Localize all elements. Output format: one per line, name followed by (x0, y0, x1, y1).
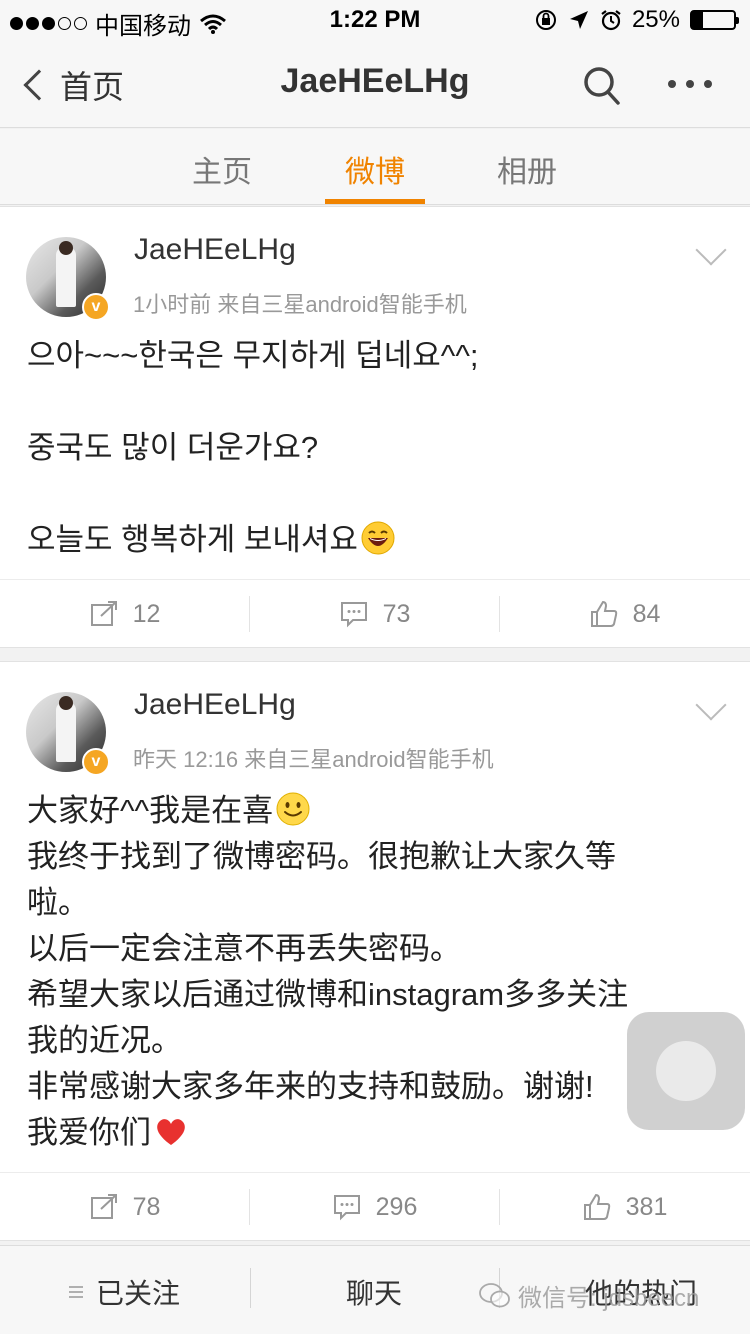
like-button[interactable]: 381 (500, 1173, 749, 1241)
post-line-text: 大家好^^我是在喜 (27, 793, 274, 828)
post-card[interactable]: v JaeHEeLHg 昨天 12:16 来自三星android智能手机 大家好… (0, 661, 750, 1241)
thumbs-up-icon (590, 600, 617, 627)
post-meta: 1小时前 来自三星android智能手机 (133, 292, 467, 317)
heart-icon (157, 1119, 185, 1145)
avatar-head (59, 696, 73, 710)
like-button[interactable]: 84 (500, 580, 749, 648)
like-count: 381 (625, 1192, 668, 1221)
post-body: 으아~~~한국은 무지하게 덥네요^^; 중국도 많이 더운가요? 오늘도 행복… (27, 333, 707, 563)
post-line (27, 471, 707, 517)
post-line-text: 我爱你们 (27, 1115, 151, 1150)
status-right: 25% (534, 6, 739, 34)
thumbs-up-icon (583, 1193, 610, 1220)
repost-icon (90, 1194, 117, 1219)
follow-status-button[interactable]: 已关注 (68, 1272, 180, 1312)
like-count: 84 (632, 599, 661, 628)
post-line: 大家好^^我是在喜 (27, 788, 707, 834)
more-options-button[interactable] (668, 80, 712, 88)
post-line: 으아~~~한국은 무지하게 덥네요^^; (27, 338, 479, 373)
post-line: 오늘도 행복하게 보내셔요 (27, 517, 707, 563)
post-line: 希望大家以后通过微博和instagram多多关注 (27, 977, 629, 1012)
comment-icon (333, 1195, 360, 1221)
battery-icon (690, 10, 739, 30)
active-tab-indicator (325, 199, 425, 204)
repost-icon (90, 601, 117, 626)
post-username[interactable]: JaeHEeLHg (134, 233, 296, 267)
comment-icon (340, 602, 367, 628)
post-line: 我的近况。 (27, 1023, 182, 1058)
battery-level-fill (692, 12, 703, 28)
comment-count: 296 (375, 1192, 418, 1221)
post-line (27, 379, 707, 425)
chevron-down-icon[interactable] (695, 234, 727, 266)
comment-button[interactable]: 73 (250, 580, 499, 648)
avatar-figure (56, 702, 76, 762)
post-actions: 78 296 381 (0, 1172, 750, 1240)
post-line: 非常感谢大家多年来的支持和鼓励。谢谢! (27, 1069, 594, 1104)
chat-button[interactable]: 聊天 (346, 1272, 402, 1312)
comment-button[interactable]: 296 (250, 1173, 499, 1241)
post-line-text: 오늘도 행복하게 보내셔요 (27, 522, 358, 557)
more-dot-icon (686, 80, 694, 88)
verified-badge-icon: v (82, 748, 110, 776)
smiling-emoji-icon (276, 792, 310, 826)
menu-lines-icon (69, 1286, 83, 1298)
tab-home[interactable]: 主页 (167, 147, 277, 191)
post-line: 我爱你们 (27, 1110, 707, 1156)
repost-count: 12 (132, 599, 161, 628)
profile-tabs: 主页 微博 相册 (0, 129, 750, 205)
verified-badge-icon: v (82, 293, 110, 321)
battery-percent: 25% (631, 6, 680, 33)
post-line: 我终于找到了微博密码。很抱歉让大家久等 (27, 839, 616, 874)
chevron-down-icon[interactable] (695, 689, 727, 721)
search-icon[interactable] (583, 66, 621, 106)
assistive-touch-inner (656, 1041, 716, 1101)
repost-button[interactable]: 78 (0, 1173, 249, 1241)
alarm-icon (601, 10, 621, 31)
post-line: 以后一定会注意不再丢失密码。 (27, 931, 461, 966)
laughing-emoji-icon (361, 521, 395, 555)
comment-count: 73 (382, 599, 411, 628)
post-actions: 12 73 84 (0, 579, 750, 647)
more-dot-icon (704, 80, 712, 88)
bottom-action-bar: 已关注 聊天 他的热门 微信号: jdsbeecn (0, 1245, 750, 1334)
repost-count: 78 (132, 1192, 161, 1221)
avatar-head (59, 241, 73, 255)
bottom-divider (250, 1268, 251, 1308)
chat-label: 聊天 (346, 1278, 403, 1309)
status-bar: 中国移动 1:22 PM 25% (0, 0, 750, 40)
post-line: 중국도 많이 더운가요? (27, 430, 319, 465)
navigation-bar: 首页 JaeHEeLHg (0, 40, 750, 128)
post-body: 大家好^^我是在喜 我终于找到了微博密码。很抱歉让大家久等 啦。 以后一定会注意… (27, 788, 707, 1156)
avatar[interactable]: v (26, 692, 110, 776)
avatar-figure (56, 247, 76, 307)
follow-label: 已关注 (96, 1278, 181, 1309)
tab-weibo[interactable]: 微博 (320, 147, 430, 191)
more-dot-icon (668, 80, 676, 88)
page-title: JaeHEeLHg (280, 62, 470, 100)
tab-album[interactable]: 相册 (472, 147, 582, 191)
assistive-touch-button[interactable] (627, 1012, 745, 1130)
post-username[interactable]: JaeHEeLHg (134, 688, 296, 722)
post-card[interactable]: v JaeHEeLHg 1小时前 来自三星android智能手机 으아~~~한국… (0, 206, 750, 648)
watermark-text: 微信号: jdsbeecn (518, 1285, 700, 1312)
rotation-lock-icon (535, 10, 556, 30)
post-line: 啦。 (27, 885, 89, 920)
repost-button[interactable]: 12 (0, 580, 249, 648)
watermark: 微信号: jdsbeecn (478, 1278, 699, 1313)
wechat-icon (479, 1282, 510, 1307)
location-arrow-icon (569, 11, 588, 29)
avatar[interactable]: v (26, 237, 110, 321)
post-meta: 昨天 12:16 来自三星android智能手机 (133, 747, 494, 772)
